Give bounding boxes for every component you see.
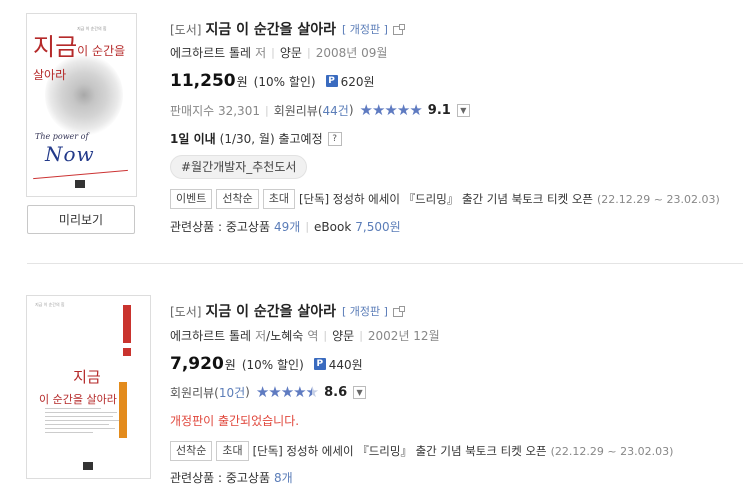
- currency-label: 원: [224, 357, 236, 372]
- item-divider: [27, 263, 743, 264]
- cover-subtitle: 지금 이 순간의 힘: [35, 302, 65, 307]
- review-count-link[interactable]: 44건: [323, 102, 349, 119]
- publisher-logo: [75, 180, 85, 188]
- category-label: [도서]: [170, 22, 202, 37]
- hashtag-row: #월간개발자_추천도서: [170, 155, 308, 179]
- related-label: 관련상품 : 중고상품: [170, 471, 270, 485]
- event-link[interactable]: [단독] 정성하 에세이 『드리밍』 출간 기념 북토크 티켓 오픈: [299, 191, 593, 207]
- cover-red-dot: [123, 348, 131, 356]
- publish-date: 2002년 12월: [367, 329, 440, 343]
- edition-link[interactable]: [ 개정판 ]: [342, 303, 388, 319]
- translator-link[interactable]: /노혜숙: [266, 327, 303, 344]
- point-value: 440원: [328, 357, 363, 372]
- star-rating-icon: ★★★★★★: [255, 383, 319, 401]
- cover-title: 지금이 순간을 살아라: [33, 33, 126, 82]
- star-rating-icon: ★★★★★: [359, 101, 423, 119]
- point-badge-icon: P: [325, 75, 338, 87]
- currency-label: 원: [236, 74, 248, 89]
- event-date: (22.12.29 ~ 23.02.03): [596, 192, 720, 206]
- publish-date: 2008년 09월: [315, 46, 388, 60]
- external-link-icon[interactable]: [392, 305, 405, 317]
- book-cover-image[interactable]: 지금 이 순간의 힘 지금이 순간을 살아라 The power of Now: [26, 13, 137, 197]
- used-book-link[interactable]: 49개: [274, 218, 300, 235]
- tag-invite: 초대: [216, 441, 249, 461]
- category-label: [도서]: [170, 304, 202, 319]
- chevron-down-icon[interactable]: ▼: [353, 385, 367, 399]
- discount-label: (10% 할인): [241, 357, 304, 372]
- tag-event: 이벤트: [170, 189, 213, 209]
- shipping-date: (1/30, 월) 출고예정: [219, 132, 323, 146]
- review-label: 회원리뷰(: [273, 103, 323, 118]
- sales-index: 판매지수 32,301: [170, 103, 260, 118]
- cover-now-text: Now: [45, 142, 95, 166]
- event-row: 선착순 초대 [단독] 정성하 에세이 『드리밍』 출간 기념 북토크 티켓 오…: [170, 441, 673, 461]
- chevron-down-icon[interactable]: ▼: [456, 103, 470, 117]
- tag-first-come: 선착순: [170, 441, 213, 461]
- point-value: 620원: [340, 74, 375, 89]
- author-link[interactable]: 에크하르트 톨레: [170, 44, 251, 61]
- separator: |: [305, 220, 310, 233]
- used-book-link[interactable]: 8개: [274, 469, 293, 486]
- rating-value: 9.1: [427, 102, 451, 118]
- book-cover-image[interactable]: 지금 이 순간의 힘 지금 이 순간을 살아라: [26, 295, 151, 479]
- event-row: 이벤트 선착순 초대 [단독] 정성하 에세이 『드리밍』 출간 기념 북토크 …: [170, 189, 720, 209]
- related-row: 관련상품 : 중고상품 8개: [170, 469, 293, 486]
- sale-price: 7,920: [170, 354, 224, 374]
- author-row: 에크하르트 톨레 저 | 양문 | 2008년 09월: [170, 44, 387, 61]
- sale-price: 11,250: [170, 71, 236, 91]
- publisher-link[interactable]: 양문: [280, 44, 302, 61]
- hashtag-link[interactable]: #월간개발자_추천도서: [170, 155, 308, 179]
- book-title-link[interactable]: 지금 이 순간을 살아라: [205, 19, 336, 39]
- book-item: 지금 이 순간의 힘 지금이 순간을 살아라 The power of Now …: [0, 0, 743, 262]
- review-label: 회원리뷰(: [170, 385, 219, 400]
- edition-link[interactable]: [ 개정판 ]: [342, 21, 388, 37]
- title-row: [도서] 지금 이 순간을 살아라 [ 개정판 ]: [170, 19, 405, 39]
- event-link[interactable]: [단독] 정성하 에세이 『드리밍』 출간 기념 북토크 티켓 오픈: [253, 443, 547, 459]
- preview-button[interactable]: 미리보기: [27, 205, 135, 234]
- review-row: 판매지수 32,301 | 회원리뷰(44건) ★★★★★ 9.1 ▼: [170, 101, 470, 119]
- help-icon[interactable]: ?: [327, 131, 342, 146]
- external-link-icon[interactable]: [392, 23, 405, 35]
- shipping-days: 1일 이내: [170, 132, 216, 146]
- separator: |: [264, 103, 269, 117]
- author-role: 저: [255, 329, 267, 343]
- book-title-link[interactable]: 지금 이 순간을 살아라: [205, 301, 336, 321]
- ebook-label: eBook: [314, 219, 352, 234]
- cover-red-bar: [123, 305, 131, 343]
- shipping-row: 1일 이내 (1/30, 월) 출고예정 ?: [170, 130, 342, 147]
- ebook-link[interactable]: 7,500원: [355, 218, 400, 235]
- review-row: 회원리뷰(10건) ★★★★★★ 8.6 ▼: [170, 383, 367, 401]
- separator: |: [271, 46, 275, 59]
- translator-role: 역: [307, 329, 319, 343]
- cover-red-line: [33, 169, 128, 180]
- discount-label: (10% 할인): [253, 74, 316, 89]
- separator: |: [306, 46, 311, 59]
- related-label: 관련상품 : 중고상품: [170, 220, 270, 234]
- publisher-link[interactable]: 양문: [332, 327, 354, 344]
- price-row: 11,250 원 (10% 할인) P 620원: [170, 71, 375, 91]
- cover-script-text: The power of: [35, 132, 89, 141]
- related-row: 관련상품 : 중고상품 49개 | eBook 7,500원: [170, 218, 401, 235]
- title-row: [도서] 지금 이 순간을 살아라 [ 개정판 ]: [170, 301, 405, 321]
- cover-subtitle: 지금 이 순간의 힘: [77, 26, 107, 31]
- review-count-link[interactable]: 10건: [219, 384, 245, 401]
- author-link[interactable]: 에크하르트 톨레: [170, 327, 251, 344]
- separator: |: [323, 329, 328, 342]
- book-item: 지금 이 순간의 힘 지금 이 순간을 살아라 [도서] 지금 이 순간을 살아…: [0, 266, 743, 500]
- rating-value: 8.6: [324, 384, 348, 400]
- cover-title: 지금 이 순간을 살아라: [39, 368, 117, 406]
- price-row: 7,920 원 (10% 할인) P 440원: [170, 354, 363, 374]
- tag-first-come: 선착순: [216, 189, 259, 209]
- author-row: 에크하르트 톨레 저 /노혜숙 역 | 양문 | 2002년 12월: [170, 327, 440, 344]
- author-role: 저: [255, 46, 267, 60]
- notice-row: 개정판이 출간되었습니다.: [170, 412, 299, 429]
- event-date: (22.12.29 ~ 23.02.03): [550, 444, 674, 458]
- tag-invite: 초대: [262, 189, 295, 209]
- publisher-logo: [83, 462, 93, 470]
- point-badge-icon: P: [313, 358, 326, 370]
- separator: |: [359, 329, 363, 342]
- cover-text-lines: [45, 408, 125, 436]
- new-edition-notice: 개정판이 출간되었습니다.: [170, 414, 300, 428]
